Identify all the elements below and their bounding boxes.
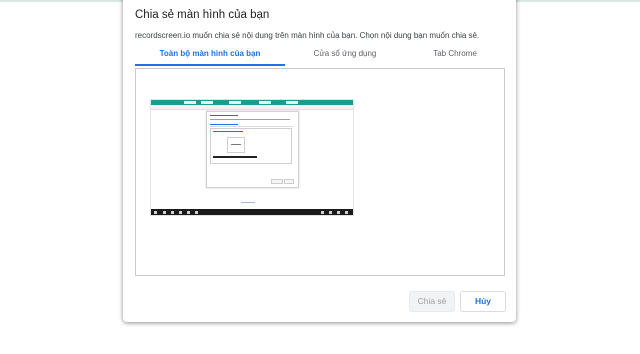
share-button[interactable]: Chia sẻ: [409, 291, 455, 312]
tab-entire-screen[interactable]: Toàn bộ màn hình của bạn: [135, 46, 285, 66]
thumbnail-address-bar: [151, 105, 353, 110]
source-tabs: Toàn bộ màn hình của bạn Cửa sổ ứng dụng…: [135, 46, 505, 66]
active-tab-indicator: [135, 64, 285, 66]
dialog-subtitle: recordscreen.io muốn chia sẻ nội dung tr…: [135, 31, 480, 40]
dialog-title: Chia sẻ màn hình của bạn: [135, 9, 270, 21]
thumbnail-taskbar: [151, 209, 353, 215]
tab-chrome-tab[interactable]: Tab Chrome: [380, 46, 530, 66]
source-preview-panel: [135, 68, 505, 276]
cancel-button[interactable]: Hủy: [460, 291, 506, 312]
share-screen-dialog: Chia sẻ màn hình của bạn recordscreen.io…: [123, 0, 516, 322]
thumbnail-dialog: [206, 111, 299, 188]
screen-thumbnail[interactable]: [150, 99, 354, 216]
thumbnail-notification: [241, 202, 255, 203]
